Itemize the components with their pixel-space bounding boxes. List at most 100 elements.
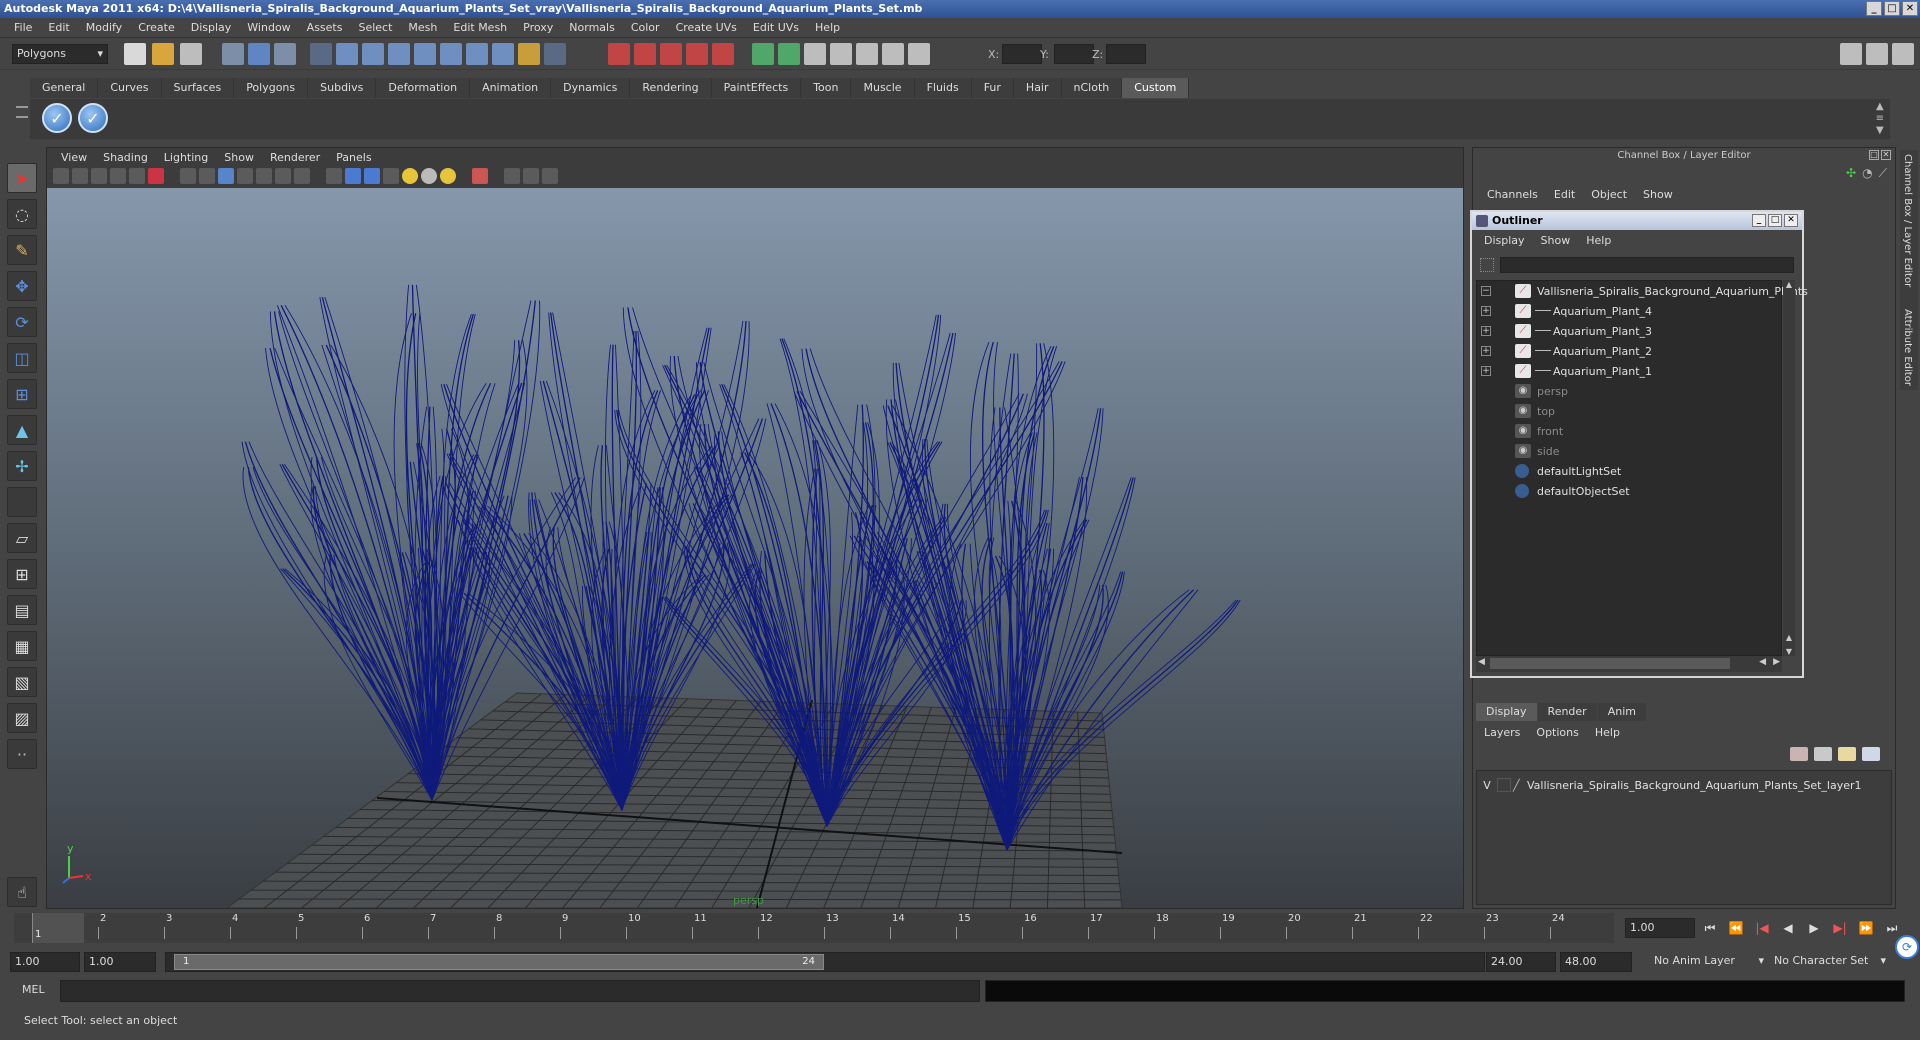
layer-menu-options[interactable]: Options [1528, 726, 1586, 739]
menu-set-dropdown[interactable]: Polygons ▾ [12, 44, 108, 64]
construction-history-icon[interactable] [518, 43, 540, 65]
x-field[interactable] [1002, 44, 1042, 64]
outliner-item[interactable]: ◉ persp [1477, 381, 1781, 401]
vp-menu-shading[interactable]: Shading [95, 151, 156, 164]
outliner-maximize-button[interactable]: □ [1768, 214, 1782, 227]
scroll-right-icon[interactable]: ▶ [1773, 657, 1780, 667]
expand-icon[interactable]: + [1481, 346, 1491, 356]
current-time-indicator[interactable]: 1 [32, 913, 84, 943]
step-back-frame-button[interactable]: ⏪ [1726, 918, 1746, 938]
shelf-tab-general[interactable]: General [30, 78, 99, 98]
playback-start-field[interactable]: 1.00 [84, 952, 156, 972]
animation-start-field[interactable]: 1.00 [10, 952, 80, 972]
arrow-up-icon[interactable]: ▲ [1876, 101, 1884, 113]
expand-icon[interactable]: + [1481, 306, 1491, 316]
minimize-button[interactable]: _ [1866, 1, 1882, 16]
menu-edit[interactable]: Edit [40, 21, 77, 34]
scroll-left-2-icon[interactable]: ◀ [1759, 657, 1766, 667]
mask-icon[interactable] [310, 43, 332, 65]
menu-normals[interactable]: Normals [561, 21, 623, 34]
safe-action-icon[interactable] [275, 168, 291, 184]
anim-layer-dropdown[interactable]: No Anim Layer ▾ [1650, 952, 1766, 972]
outliner-item[interactable]: + ⟋ Aquarium_Plant_1 [1477, 361, 1781, 381]
four-view-layout[interactable]: ⊞ [7, 559, 37, 589]
toggle-channel-box-icon[interactable] [1892, 43, 1914, 65]
outliner-item[interactable]: + ⟋ Aquarium_Plant_3 [1477, 321, 1781, 341]
wireframe-icon[interactable] [326, 168, 342, 184]
hypershade-icon[interactable] [712, 43, 734, 65]
mel-input-field[interactable] [60, 980, 980, 1002]
layer-menu-layers[interactable]: Layers [1476, 726, 1528, 739]
outliner-item[interactable]: defaultLightSet [1477, 461, 1781, 481]
snap-grid-icon[interactable] [336, 43, 358, 65]
shelf-tab-surfaces[interactable]: Surfaces [161, 78, 235, 98]
shelf-tab-polygons[interactable]: Polygons [234, 78, 309, 98]
y-field[interactable] [1054, 44, 1094, 64]
menu-edit-mesh[interactable]: Edit Mesh [445, 21, 515, 34]
safe-title-icon[interactable] [294, 168, 310, 184]
vp-menu-show[interactable]: Show [216, 151, 262, 164]
restore-button[interactable]: □ [1884, 1, 1900, 16]
menu-proxy[interactable]: Proxy [515, 21, 561, 34]
shelf-tab-custom[interactable]: Custom [1122, 78, 1190, 98]
outliner-vertical-scrollbar[interactable]: ▲ ▲ ▼ [1783, 280, 1795, 656]
xray-joints-icon[interactable] [523, 168, 539, 184]
layer-visibility-toggle[interactable]: V [1477, 779, 1497, 792]
move-layer-down-icon[interactable] [1814, 747, 1832, 761]
toggle-attribute-editor-icon[interactable] [1840, 43, 1862, 65]
cb-menu-object[interactable]: Object [1583, 188, 1635, 201]
make-live-icon[interactable] [440, 43, 462, 65]
rename-icon[interactable] [778, 43, 800, 65]
scroll-down-up-icon[interactable]: ▲ [1783, 633, 1795, 642]
play-backward-button[interactable]: ◀ [1778, 918, 1798, 938]
new-scene-icon[interactable] [124, 43, 146, 65]
resolution-gate-icon[interactable] [218, 168, 234, 184]
go-to-end-button[interactable]: ⏭ [1882, 918, 1902, 938]
menu-color[interactable]: Color [623, 21, 668, 34]
menu-file[interactable]: File [6, 21, 40, 34]
scroll-left-icon[interactable]: ◀ [1478, 657, 1485, 667]
z-field[interactable] [1106, 44, 1146, 64]
close-panel-icon[interactable]: ✕ [1881, 150, 1891, 160]
render-frame-icon[interactable] [634, 43, 656, 65]
filter-toggle-icon[interactable] [1480, 258, 1494, 272]
time-slider[interactable]: 123456789101112131415161718192021222324 … [14, 913, 1614, 943]
go-to-start-button[interactable]: ⏮ [1700, 918, 1720, 938]
shelf-tab-curves[interactable]: Curves [98, 78, 162, 98]
outliner-item[interactable]: ◉ top [1477, 401, 1781, 421]
outliner-item[interactable]: ◉ side [1477, 441, 1781, 461]
trax-editor-icon[interactable] [882, 43, 904, 65]
open-scene-icon[interactable] [152, 43, 174, 65]
expand-icon[interactable]: + [1481, 326, 1491, 336]
wireframe-on-shaded-icon[interactable] [364, 168, 380, 184]
history-icon[interactable] [466, 43, 488, 65]
outliner-horizontal-scrollbar[interactable]: ◀ ◀ ▶ [1476, 656, 1782, 672]
viewport-3d-scene[interactable]: y x persp [47, 188, 1463, 908]
shelf-check-button-1[interactable]: ✓ [42, 103, 72, 133]
menu-create[interactable]: Create [130, 21, 183, 34]
universal-manipulator-tool[interactable]: ⊞ [7, 379, 37, 409]
show-manipulator-tool[interactable]: ✢ [7, 451, 37, 481]
layer-row[interactable]: V ╱ Vallisneria_Spiralis_Background_Aqua… [1477, 775, 1891, 795]
grease-pencil-icon[interactable] [148, 168, 164, 184]
new-layer-icon[interactable] [1838, 747, 1856, 761]
float-panel-icon[interactable]: □ [1869, 150, 1879, 160]
scroll-up-icon[interactable]: ▲ [1783, 280, 1795, 289]
select-hierarchy-icon[interactable] [222, 43, 244, 65]
layer-menu-help[interactable]: Help [1587, 726, 1628, 739]
expand-icon[interactable]: + [1481, 366, 1491, 376]
playback-end-field[interactable]: 24.00 [1486, 952, 1556, 972]
cb-menu-show[interactable]: Show [1635, 188, 1681, 201]
vp-menu-lighting[interactable]: Lighting [156, 151, 216, 164]
layer-tab-render[interactable]: Render [1537, 703, 1597, 721]
arrow-down-icon[interactable]: ▼ [1876, 125, 1884, 137]
layer-type-toggle[interactable] [1497, 778, 1511, 792]
close-button[interactable]: ✕ [1902, 1, 1918, 16]
pin-icon[interactable]: ⟋ [1879, 166, 1887, 181]
collapse-icon[interactable]: − [1481, 286, 1491, 296]
menu-modify[interactable]: Modify [78, 21, 130, 34]
move-tool[interactable]: ✥ [7, 271, 37, 301]
shelf-tab-fur[interactable]: Fur [971, 78, 1014, 98]
paint-select-tool[interactable]: ✎ [7, 235, 37, 265]
character-set-dropdown[interactable]: No Character Set ▾ [1770, 952, 1888, 972]
